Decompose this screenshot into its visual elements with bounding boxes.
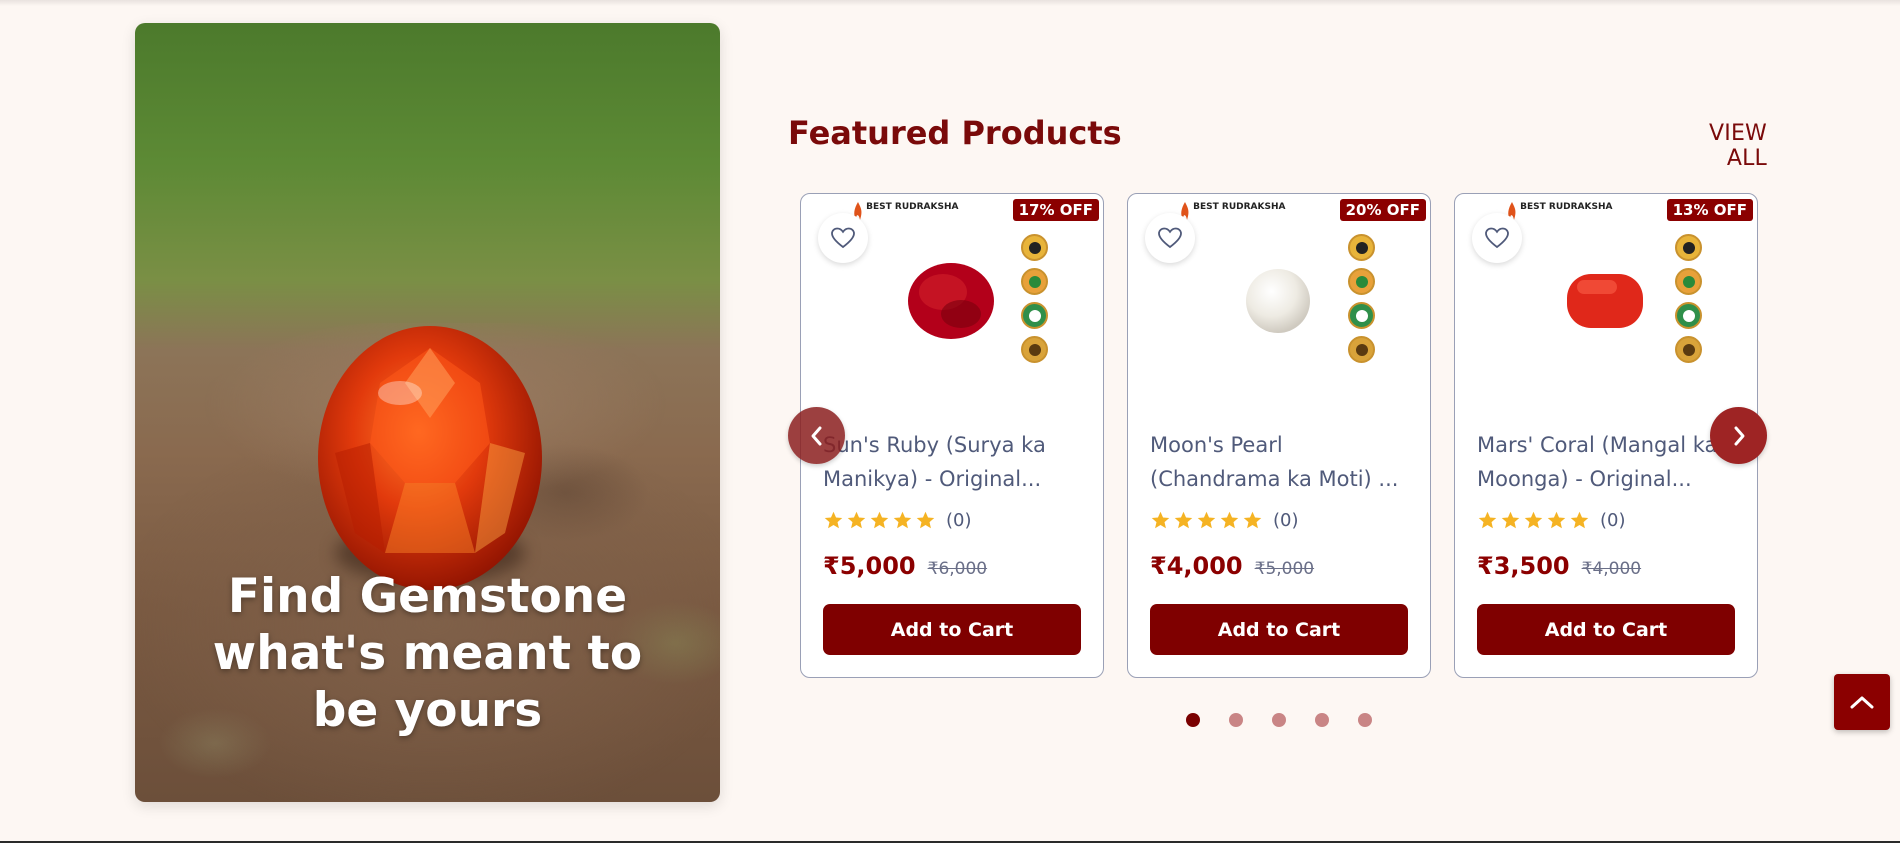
certificate-badge-icon: [1348, 234, 1375, 261]
discount-badge: 17% OFF: [1012, 199, 1099, 221]
product-card[interactable]: BEST RUDRAKSHA 17% OFF Sun's Ruby (Surya…: [800, 193, 1104, 678]
star-icon: [1243, 511, 1262, 529]
certificate-badge-icon: [1348, 302, 1375, 329]
rating-count: (0): [946, 510, 972, 531]
certificate-badge-icon: [1675, 268, 1702, 295]
discount-badge: 13% OFF: [1666, 199, 1753, 221]
star-icon: [1570, 511, 1589, 529]
heart-outline-icon: [1485, 227, 1509, 249]
certificate-badge-icon: [1021, 234, 1048, 261]
star-icon: [893, 511, 912, 529]
product-price: ₹3,500 ₹4,000: [1477, 552, 1641, 580]
star-icon: [1197, 511, 1216, 529]
pagination-dot-3[interactable]: [1272, 713, 1286, 727]
star-icon: [1524, 511, 1543, 529]
star-icon: [1151, 511, 1170, 529]
heart-outline-icon: [1158, 227, 1182, 249]
original-price: ₹6,000: [927, 559, 988, 579]
chevron-up-icon: [1850, 696, 1874, 709]
brand-logo-text: BEST RUDRAKSHA: [866, 202, 959, 212]
certificate-badge-icon: [1675, 234, 1702, 261]
sale-price: ₹3,500: [1477, 552, 1570, 580]
pagination-dot-1[interactable]: [1186, 713, 1200, 727]
product-name[interactable]: Moon's Pearl (Chandrama ka Moti) ...: [1150, 428, 1415, 496]
pagination-dot-5[interactable]: [1358, 713, 1372, 727]
product-price: ₹5,000 ₹6,000: [823, 552, 987, 580]
header-shadow: [0, 0, 1900, 6]
star-icon: [847, 511, 866, 529]
product-image[interactable]: [1228, 256, 1328, 346]
view-all-link[interactable]: VIEW ALL: [1664, 121, 1767, 171]
sale-price: ₹5,000: [823, 552, 916, 580]
pagination-dot-4[interactable]: [1315, 713, 1329, 727]
star-icon: [1174, 511, 1193, 529]
ruby-gem-image: [318, 326, 542, 590]
certificate-badge-icon: [1675, 336, 1702, 363]
section-title: Featured Products: [788, 114, 1122, 152]
certification-badges: [1675, 234, 1703, 370]
brand-logo: BEST RUDRAKSHA: [1180, 202, 1285, 224]
brand-logo: BEST RUDRAKSHA: [853, 202, 958, 224]
star-icon: [824, 511, 843, 529]
certificate-badge-icon: [1348, 268, 1375, 295]
brand-logo-text: BEST RUDRAKSHA: [1520, 202, 1613, 212]
wishlist-button[interactable]: [818, 213, 868, 263]
add-to-cart-button[interactable]: Add to Cart: [823, 604, 1081, 655]
pagination-dot-2[interactable]: [1229, 713, 1243, 727]
hero-title: Find Gemstone what's meant to be yours: [212, 569, 643, 738]
carousel-next-button[interactable]: [1710, 407, 1767, 464]
hero-banner[interactable]: Find Gemstone what's meant to be yours: [135, 23, 720, 802]
certificate-badge-icon: [1021, 336, 1048, 363]
add-to-cart-button[interactable]: Add to Cart: [1150, 604, 1408, 655]
wishlist-button[interactable]: [1145, 213, 1195, 263]
rating-count: (0): [1273, 510, 1299, 531]
star-icon: [916, 511, 935, 529]
certificate-badge-icon: [1021, 302, 1048, 329]
product-rating: (0): [1477, 510, 1626, 531]
certificate-badge-icon: [1348, 336, 1375, 363]
product-image[interactable]: [1555, 256, 1655, 346]
product-rating: (0): [1150, 510, 1299, 531]
sale-price: ₹4,000: [1150, 552, 1243, 580]
certification-badges: [1348, 234, 1376, 370]
product-price: ₹4,000 ₹5,000: [1150, 552, 1314, 580]
carousel-pagination: [1186, 713, 1372, 727]
star-icon: [1478, 511, 1497, 529]
star-rating: [1150, 510, 1263, 531]
star-icon: [1220, 511, 1239, 529]
chevron-right-icon: [1734, 426, 1744, 445]
wishlist-button[interactable]: [1472, 213, 1522, 263]
certification-badges: [1021, 234, 1049, 370]
product-name[interactable]: Sun's Ruby (Surya ka Manikya) - Original…: [823, 428, 1088, 496]
product-rating: (0): [823, 510, 972, 531]
add-to-cart-button[interactable]: Add to Cart: [1477, 604, 1735, 655]
chevron-left-icon: [811, 426, 821, 445]
product-card[interactable]: BEST RUDRAKSHA 20% OFF Moon's Pearl (Cha…: [1127, 193, 1431, 678]
certificate-badge-icon: [1021, 268, 1048, 295]
star-icon: [1501, 511, 1520, 529]
heart-outline-icon: [831, 227, 855, 249]
product-image[interactable]: [901, 256, 1001, 346]
original-price: ₹5,000: [1254, 559, 1315, 579]
rating-count: (0): [1600, 510, 1626, 531]
certificate-badge-icon: [1675, 302, 1702, 329]
back-to-top-button[interactable]: [1834, 674, 1890, 730]
brand-logo: BEST RUDRAKSHA: [1507, 202, 1612, 224]
star-rating: [1477, 510, 1590, 531]
original-price: ₹4,000: [1581, 559, 1642, 579]
brand-logo-text: BEST RUDRAKSHA: [1193, 202, 1286, 212]
star-icon: [870, 511, 889, 529]
carousel-prev-button[interactable]: [788, 407, 845, 464]
discount-badge: 20% OFF: [1339, 199, 1426, 221]
star-rating: [823, 510, 936, 531]
star-icon: [1547, 511, 1566, 529]
product-name[interactable]: Mars' Coral (Mangal ka Moonga) - Origina…: [1477, 428, 1742, 496]
